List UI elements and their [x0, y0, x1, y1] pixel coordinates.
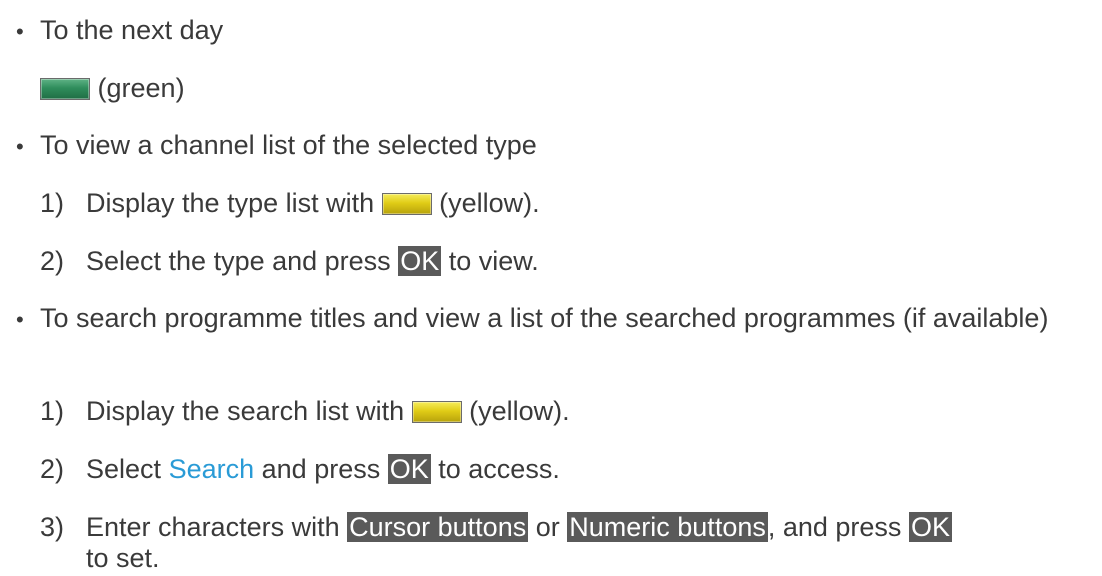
step-row: 2) Select the type and press OK to view.	[40, 243, 539, 279]
bullet-dot: •	[16, 307, 24, 332]
ok-button-label: OK	[398, 246, 442, 276]
search-link[interactable]: Search	[169, 454, 255, 484]
step-text-mid: and press	[261, 454, 381, 484]
bullet-text: To the next day	[40, 15, 224, 45]
green-label: (green)	[97, 73, 185, 103]
green-button-icon	[40, 78, 90, 100]
bullet-dot: •	[16, 19, 24, 44]
step-text: Display the search list with	[86, 396, 405, 426]
step-text-post: (yellow).	[439, 188, 540, 218]
step-number: 2)	[40, 246, 65, 276]
step-text: Enter characters with	[86, 512, 340, 542]
step-number: 1)	[40, 188, 65, 218]
bullet-next-day: • To the next day	[16, 12, 223, 50]
step-text-mid: or	[535, 512, 560, 542]
bullet-channel-list: • To view a channel list of the selected …	[16, 127, 537, 165]
yellow-button-icon	[381, 193, 432, 215]
step-row: 2) Select Search and press OK to access.	[40, 451, 560, 487]
numeric-buttons-label: Numeric buttons	[567, 512, 768, 542]
ok-button-label: OK	[387, 454, 431, 484]
step-continuation: to set.	[86, 543, 160, 573]
step-row: 1) Display the type list with (yellow).	[40, 185, 540, 221]
step-number: 1)	[40, 396, 65, 426]
bullet-text: To view a channel list of the selected t…	[40, 130, 537, 160]
bullet-text: To search programme titles and view a li…	[40, 303, 1049, 333]
yellow-button-icon	[411, 401, 462, 423]
bullet-dot: •	[16, 134, 24, 159]
step-text-post: to access.	[438, 454, 560, 484]
ok-button-label: OK	[908, 512, 952, 542]
step-row: 1) Display the search list with (yellow).	[40, 393, 570, 429]
step-number: 3)	[40, 512, 65, 542]
step-text-post: (yellow).	[469, 396, 570, 426]
cursor-buttons-label: Cursor buttons	[347, 512, 529, 542]
green-button-line: (green)	[40, 70, 185, 106]
step-text-post: to view.	[448, 246, 539, 276]
step-row: 3) Enter characters with Cursor buttons o…	[40, 509, 952, 545]
step-text-mid2: , and press	[767, 512, 902, 542]
step-text: Select the type and press	[86, 246, 391, 276]
step-text: Display the type list with	[86, 188, 375, 218]
bullet-search: •	[16, 300, 40, 338]
step-text: Select	[86, 454, 162, 484]
step-number: 2)	[40, 454, 65, 484]
